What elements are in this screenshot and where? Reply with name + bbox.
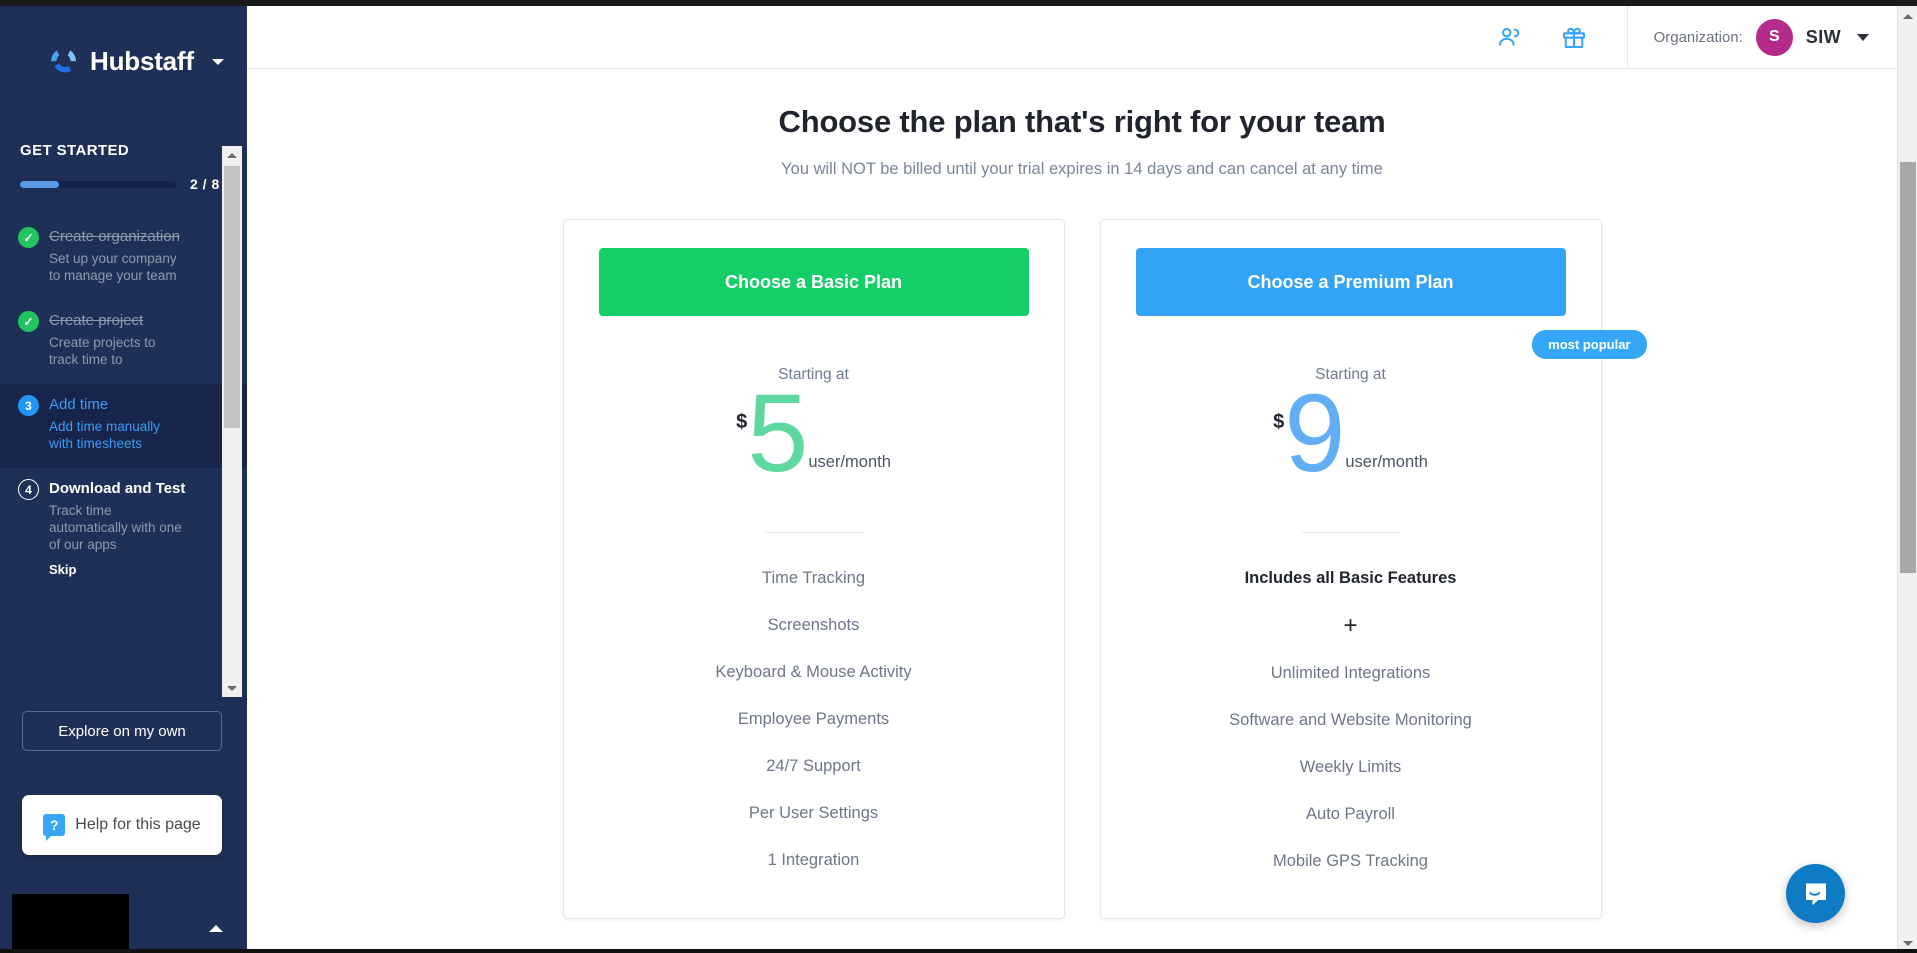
topbar-icon-group: [1497, 24, 1627, 50]
chevron-down-icon: [1857, 33, 1869, 41]
feature-item: Unlimited Integrations: [1270, 664, 1431, 682]
step-description: Create projects to track time to: [49, 335, 156, 367]
page-scrollbar[interactable]: [1897, 6, 1917, 953]
top-bar: Organization: S SIW: [247, 6, 1917, 69]
step-title: Create organization: [49, 228, 180, 245]
avatar: S: [1755, 18, 1793, 56]
triangle-up-icon[interactable]: [1898, 6, 1917, 26]
check-icon: ✓: [18, 227, 39, 248]
sidebar-step-create-project[interactable]: ✓ Create project Create projects to trac…: [0, 300, 247, 384]
sidebar-steps-scroll-area: GET STARTED 2 / 8 ✓ Create organization …: [0, 142, 247, 698]
triangle-up-icon[interactable]: [222, 146, 242, 164]
sidebar-step-add-time[interactable]: 3 Add time Add time manually with timesh…: [0, 384, 247, 468]
chevron-up-icon: [209, 924, 223, 932]
feature-list-premium: Includes all Basic Features + Unlimited …: [1136, 555, 1566, 885]
brand-name: Hubstaff: [90, 46, 194, 76]
window-bottom-strip: [0, 949, 1917, 953]
brand-logo[interactable]: Hubstaff: [0, 6, 247, 77]
sidebar-step-download-and-test[interactable]: 4 Download and Test Track time automatic…: [0, 468, 247, 595]
starting-at-label: Starting at: [1315, 366, 1386, 383]
feature-item: Per User Settings: [748, 804, 879, 822]
step-description: Add time manually with timesheets: [49, 419, 161, 451]
gift-icon[interactable]: [1561, 24, 1587, 50]
sidebar-scrollbar[interactable]: [222, 146, 242, 697]
price-block-basic: $ 5 user/month: [599, 372, 1029, 495]
step-description: Set up your company to manage your team: [49, 251, 177, 283]
app-root: Hubstaff GET STARTED 2 / 8 ✓ Create orga…: [0, 0, 1917, 953]
feature-item: Keyboard & Mouse Activity: [715, 663, 912, 681]
organization-label: Organization:: [1653, 28, 1743, 46]
step-number-badge: 3: [18, 395, 39, 416]
sidebar-collapse-toggle[interactable]: [205, 919, 227, 937]
organization-name: SIW: [1805, 26, 1841, 47]
feature-item: Includes all Basic Features: [1244, 569, 1457, 587]
step-title: Add time: [49, 396, 109, 413]
step-number-badge: 4: [18, 479, 39, 500]
sidebar: Hubstaff GET STARTED 2 / 8 ✓ Create orga…: [0, 6, 247, 953]
progress-fill: [20, 180, 59, 188]
feature-item: Screenshots: [767, 616, 860, 634]
explore-on-my-own-button[interactable]: Explore on my own: [22, 711, 222, 751]
price-block-premium: $ 9 user/month: [1136, 372, 1566, 495]
page-scrollbar-thumb[interactable]: [1900, 162, 1916, 573]
hubstaff-logo-icon: [48, 46, 79, 77]
get-started-heading: GET STARTED: [20, 142, 130, 159]
choose-basic-plan-button[interactable]: Choose a Basic Plan: [598, 248, 1029, 316]
skip-link[interactable]: Skip: [49, 562, 76, 577]
plan-card-premium: Choose a Premium Plan most popular Start…: [1099, 219, 1647, 919]
plan-cards: Choose a Basic Plan Starting at $ 5 user…: [247, 219, 1917, 919]
triangle-down-icon[interactable]: [222, 679, 242, 697]
page-title: Choose the plan that's right for your te…: [778, 104, 1386, 139]
price-unit: user/month: [1345, 453, 1428, 471]
most-popular-badge: most popular: [1532, 330, 1647, 359]
step-title: Create project: [49, 312, 144, 329]
divider: [1301, 532, 1400, 533]
feature-item: Mobile GPS Tracking: [1273, 852, 1428, 870]
sidebar-scrollbar-thumb[interactable]: [224, 166, 240, 428]
help-label: Help for this page: [75, 816, 201, 833]
question-mark-icon: ?: [43, 814, 66, 841]
chat-bubble-icon: [1805, 883, 1826, 905]
add-person-icon[interactable]: [1497, 24, 1523, 50]
choose-premium-plan-button[interactable]: Choose a Premium Plan: [1135, 248, 1566, 316]
organization-switcher[interactable]: Organization: S SIW: [1626, 6, 1917, 69]
price-value: 5: [747, 372, 808, 495]
chat-launcher-button[interactable]: [1786, 864, 1845, 923]
feature-item: Employee Payments: [737, 710, 890, 728]
feature-item: Weekly Limits: [1299, 758, 1402, 776]
check-icon: ✓: [18, 311, 39, 332]
onboarding-progress: 2 / 8: [0, 176, 247, 192]
feature-item: Software and Website Monitoring: [1229, 711, 1472, 729]
starting-at-label: Starting at: [778, 366, 849, 383]
progress-count-label: 2 / 8: [190, 176, 220, 192]
price-unit: user/month: [808, 453, 891, 471]
feature-item: Auto Payroll: [1306, 805, 1395, 823]
feature-item: 24/7 Support: [766, 757, 861, 775]
chevron-down-icon[interactable]: [211, 58, 224, 65]
step-description: Track time automatically with one of our…: [49, 503, 182, 552]
page-header: Choose the plan that's right for your te…: [247, 69, 1917, 179]
currency-symbol: $: [1273, 411, 1285, 433]
divider: [764, 532, 863, 533]
progress-track: [20, 180, 176, 188]
feature-item: Time Tracking: [762, 569, 865, 587]
help-for-this-page-card[interactable]: ? Help for this page: [22, 795, 222, 855]
step-title: Download and Test: [49, 480, 186, 497]
main-content: Organization: S SIW Choose the plan that…: [247, 6, 1917, 953]
feature-item: 1 Integration: [767, 851, 860, 869]
sidebar-step-create-organization[interactable]: ✓ Create organization Set up your compan…: [0, 216, 247, 300]
page-subtitle: You will NOT be billed until your trial …: [781, 160, 1383, 178]
currency-symbol: $: [736, 411, 748, 433]
price-value: 9: [1284, 372, 1345, 495]
feature-list-basic: Time Tracking Screenshots Keyboard & Mou…: [599, 555, 1029, 884]
plus-icon: +: [1343, 612, 1358, 639]
video-placeholder[interactable]: [12, 894, 129, 952]
plan-card-basic: Choose a Basic Plan Starting at $ 5 user…: [562, 219, 1065, 919]
